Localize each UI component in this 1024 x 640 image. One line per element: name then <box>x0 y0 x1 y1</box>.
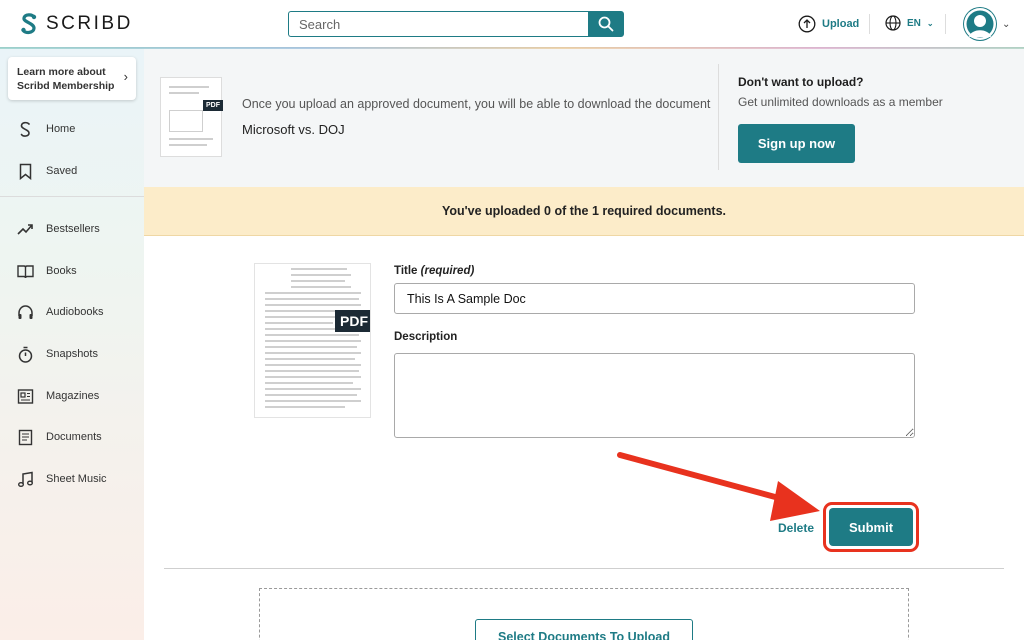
sidebar-divider <box>0 196 144 197</box>
header-divider <box>945 14 946 34</box>
pdf-badge: PDF <box>203 100 223 111</box>
globe-icon <box>885 15 901 31</box>
sidebar-item-snapshots[interactable]: Snapshots <box>0 340 144 368</box>
book-icon <box>17 264 34 278</box>
title-input[interactable] <box>394 283 915 314</box>
header-divider <box>869 14 870 34</box>
scribd-logo[interactable]: SCRIBD <box>20 12 133 36</box>
upsell-document-title: Microsoft vs. DOJ <box>242 122 345 137</box>
description-textarea[interactable] <box>394 353 915 438</box>
upload-icon <box>798 15 816 33</box>
sidebar-item-label: Bestsellers <box>46 223 100 235</box>
upsell-divider <box>718 64 719 170</box>
bookmark-icon <box>19 163 32 180</box>
headphones-icon <box>18 304 33 319</box>
logo-text: SCRIBD <box>46 13 133 34</box>
section-divider <box>164 568 1004 569</box>
upsell-message: Once you upload an approved document, yo… <box>242 97 711 111</box>
sidebar-item-label: Magazines <box>46 390 100 402</box>
upload-progress-notice: You've uploaded 0 of the 1 required docu… <box>144 187 1024 236</box>
upload-link[interactable]: Upload <box>798 15 859 33</box>
sidebar-item-magazines[interactable]: Magazines <box>0 382 144 410</box>
magazine-icon <box>17 388 34 404</box>
description-label: Description <box>394 331 458 343</box>
sidebar-item-documents[interactable]: Documents <box>0 423 144 451</box>
uploaded-document-thumbnail: PDF <box>254 263 371 418</box>
notice-text: You've uploaded 0 of the 1 required docu… <box>441 204 727 218</box>
sidebar-item-label: Documents <box>46 431 102 443</box>
sidebar-item-label: Snapshots <box>46 348 98 360</box>
language-selector[interactable]: EN ⌄ <box>885 15 934 31</box>
sidebar-item-label: Sheet Music <box>46 473 107 485</box>
sidebar-item-label: Home <box>46 123 76 135</box>
sidebar-item-saved[interactable]: Saved <box>0 157 144 185</box>
select-documents-button[interactable]: Select Documents To Upload <box>475 619 693 640</box>
chevron-right-icon: › <box>123 69 128 84</box>
sidebar-item-audiobooks[interactable]: Audiobooks <box>0 298 144 326</box>
scribd-logo-icon <box>21 13 37 35</box>
stopwatch-icon <box>18 346 33 363</box>
search-bar <box>288 11 624 37</box>
search-input[interactable] <box>288 11 588 37</box>
sidebar-item-sheet-music[interactable]: Sheet Music <box>0 465 144 493</box>
title-label: Title (required) <box>394 265 474 277</box>
document-icon <box>18 429 33 445</box>
sidebar-item-label: Audiobooks <box>46 306 104 318</box>
sidebar-item-books[interactable]: Books <box>0 257 144 285</box>
upsell-subtext: Get unlimited downloads as a member <box>738 95 943 109</box>
user-avatar[interactable] <box>963 7 997 41</box>
red-arrow-annotation-icon <box>617 452 820 521</box>
chevron-down-icon: ⌄ <box>926 18 934 28</box>
top-header: SCRIBD Upload EN ⌄ <box>0 0 1024 49</box>
sidebar-item-label: Saved <box>46 165 78 177</box>
scribd-s-icon <box>20 121 30 137</box>
sidebar-item-home[interactable]: Home <box>0 115 144 143</box>
pdf-badge: PDF <box>335 310 370 332</box>
search-button[interactable] <box>588 11 624 37</box>
music-note-icon <box>18 471 33 487</box>
user-avatar-icon <box>964 8 996 40</box>
delete-link[interactable]: Delete <box>778 521 814 535</box>
sign-up-button[interactable]: Sign up now <box>738 124 855 163</box>
upload-label: Upload <box>822 18 860 30</box>
membership-label: Learn more about Scribd Membership <box>17 66 115 92</box>
required-indicator: (required) <box>420 265 475 277</box>
upsell-question: Don't want to upload? <box>738 75 864 89</box>
account-chevron-icon[interactable]: ⌄ <box>1002 19 1010 30</box>
sidebar-item-label: Books <box>46 265 77 277</box>
document-thumbnail: PDF <box>160 77 223 157</box>
submit-button[interactable]: Submit <box>829 508 913 546</box>
download-upsell-banner: PDF Once you upload an approved document… <box>144 49 1024 187</box>
title-label-text: Title <box>394 265 418 277</box>
sidebar-item-bestsellers[interactable]: Bestsellers <box>0 215 144 243</box>
sidebar: Learn more about Scribd Membership › Hom… <box>0 49 144 640</box>
search-icon <box>598 16 614 32</box>
membership-card[interactable]: Learn more about Scribd Membership › <box>8 57 136 100</box>
language-label: EN <box>907 17 921 29</box>
trending-icon <box>17 223 33 235</box>
